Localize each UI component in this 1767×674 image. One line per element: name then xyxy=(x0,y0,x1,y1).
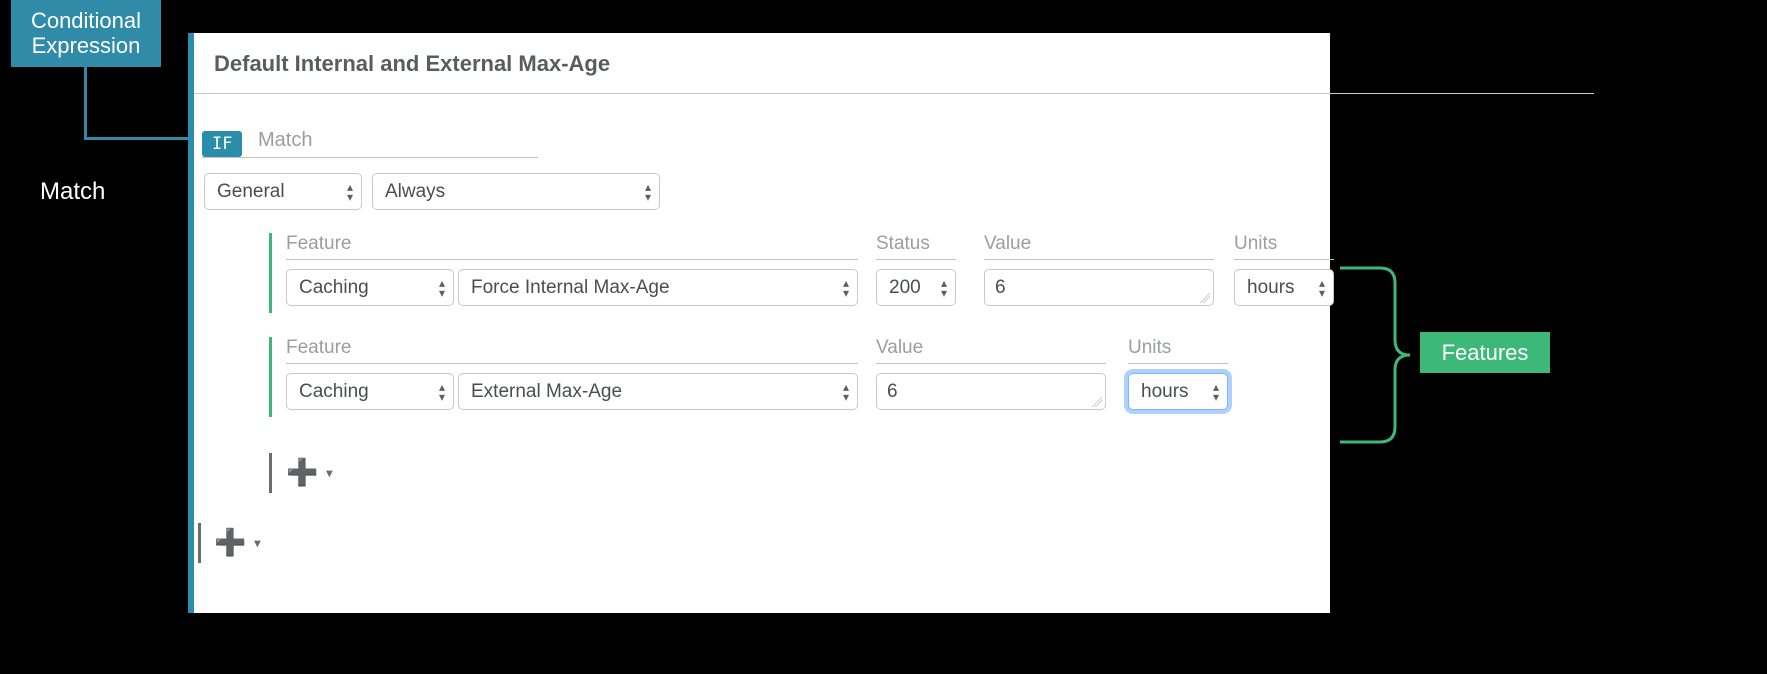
feature2-value-text: 6 xyxy=(887,381,898,403)
feature2-label-underline-a xyxy=(286,363,858,364)
feature1-category-value: Caching xyxy=(299,277,369,299)
feature1-value-input[interactable]: 6 xyxy=(984,269,1214,306)
leader-line-conditional-v xyxy=(84,60,87,140)
feature1-status-label: Status xyxy=(876,233,930,255)
feature2-value-input[interactable]: 6 xyxy=(876,373,1106,410)
feature2-label-underline-b xyxy=(876,363,1106,364)
match-condition-value: Always xyxy=(385,181,445,203)
match-header-underline xyxy=(202,157,538,158)
feature1-status-value: 200 xyxy=(889,277,921,299)
feature1-name-value: Force Internal Max-Age xyxy=(471,277,670,299)
caret-down-icon: ▾ xyxy=(254,536,260,550)
add-rule-indicator-bar xyxy=(198,523,201,563)
feature2-category-select[interactable]: Caching xyxy=(286,373,454,410)
chevron-updown-icon xyxy=(347,181,353,203)
feature1-value-text: 6 xyxy=(995,277,1006,299)
feature-row-1-indicator xyxy=(269,233,272,313)
feature2-units-value: hours xyxy=(1141,381,1189,403)
title-divider xyxy=(194,93,1594,94)
add-feature-indicator-bar xyxy=(269,453,272,493)
feature2-label-underline-c xyxy=(1128,363,1228,364)
features-bracket xyxy=(1340,265,1410,445)
leader-line-conditional-h xyxy=(84,137,191,140)
feature-row-2-indicator xyxy=(269,337,272,417)
annotation-features-text: Features xyxy=(1442,340,1529,365)
feature1-label-underline-a xyxy=(286,259,858,260)
chevron-updown-icon xyxy=(941,277,947,299)
annotation-conditional-expression-text: Conditional Expression xyxy=(31,8,141,58)
feature2-feature-label: Feature xyxy=(286,337,351,359)
chevron-updown-icon xyxy=(1319,277,1325,299)
match-category-select[interactable]: General xyxy=(204,173,362,210)
feature1-label-underline-c xyxy=(984,259,1214,260)
feature2-units-select[interactable]: hours xyxy=(1128,373,1228,410)
feature1-status-select[interactable]: 200 xyxy=(876,269,956,306)
chevron-updown-icon xyxy=(843,381,849,403)
feature1-units-label: Units xyxy=(1234,233,1277,255)
chevron-updown-icon xyxy=(439,381,445,403)
feature1-category-select[interactable]: Caching xyxy=(286,269,454,306)
feature1-label-underline-b xyxy=(876,259,956,260)
feature1-value-label: Value xyxy=(984,233,1031,255)
plus-icon: ➕ xyxy=(214,527,246,558)
background-left xyxy=(0,0,200,674)
resize-grip-icon xyxy=(1200,293,1210,303)
feature2-units-label: Units xyxy=(1128,337,1171,359)
chevron-updown-icon xyxy=(645,181,651,203)
page-title: Default Internal and External Max-Age xyxy=(214,51,610,77)
add-condition-button[interactable]: ➕ ▾ xyxy=(214,527,260,558)
plus-icon: ➕ xyxy=(286,457,318,488)
background-right xyxy=(1517,0,1767,674)
feature1-name-select[interactable]: Force Internal Max-Age xyxy=(458,269,858,306)
caret-down-icon: ▾ xyxy=(326,466,332,480)
match-condition-select[interactable]: Always xyxy=(372,173,660,210)
feature1-feature-label: Feature xyxy=(286,233,858,255)
feature1-units-value: hours xyxy=(1247,277,1295,299)
add-feature-button[interactable]: ➕ ▾ xyxy=(286,457,332,488)
chevron-updown-icon xyxy=(439,277,445,299)
chevron-updown-icon xyxy=(1213,381,1219,403)
feature2-name-value: External Max-Age xyxy=(471,381,622,403)
annotation-features: Features xyxy=(1420,332,1550,373)
chevron-updown-icon xyxy=(843,277,849,299)
resize-grip-icon xyxy=(1092,397,1102,407)
feature2-category-value: Caching xyxy=(299,381,369,403)
match-header-label: Match xyxy=(258,129,312,152)
feature2-value-label: Value xyxy=(876,337,923,359)
annotation-match-text: Match xyxy=(40,178,105,205)
annotation-match: Match xyxy=(40,178,105,206)
feature1-label-underline-d xyxy=(1234,259,1334,260)
rule-editor-panel: Default Internal and External Max-Age IF… xyxy=(188,33,1330,613)
annotation-conditional-expression: Conditional Expression xyxy=(11,0,161,67)
feature2-name-select[interactable]: External Max-Age xyxy=(458,373,858,410)
leader-line-match xyxy=(120,192,180,194)
if-badge: IF xyxy=(202,131,242,157)
feature1-units-select[interactable]: hours xyxy=(1234,269,1334,306)
match-category-value: General xyxy=(217,181,285,203)
